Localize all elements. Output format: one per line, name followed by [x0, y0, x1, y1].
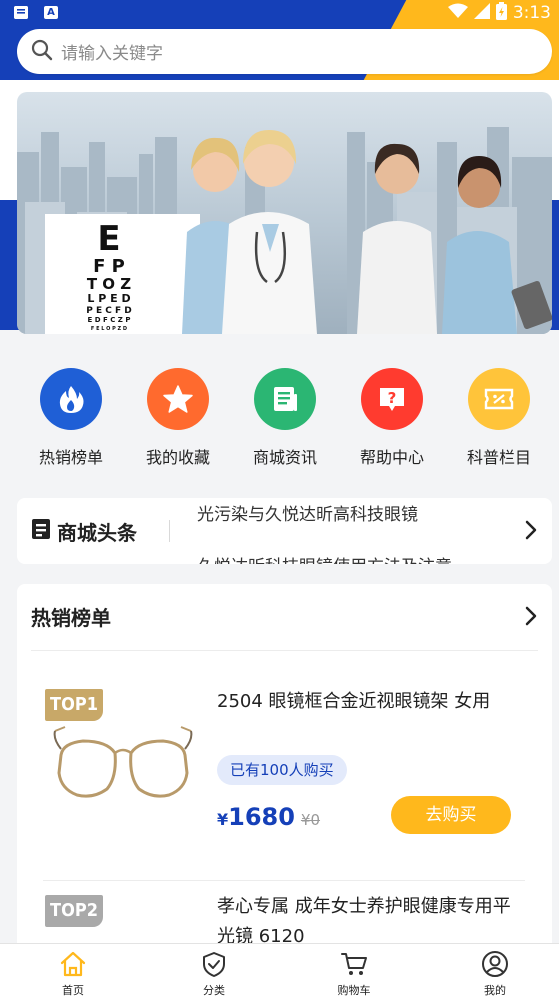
fire-icon	[40, 368, 102, 430]
svg-text:?: ?	[388, 389, 397, 407]
nav-category[interactable]: 分类	[174, 950, 254, 998]
news-item[interactable]: 久悦达昕科技眼镜使用方法及注意	[197, 552, 452, 564]
product-name[interactable]: 2504 眼镜框合金近视眼镜架 女用	[217, 687, 527, 717]
search-placeholder: 请输入关键字	[61, 44, 163, 64]
chart-row-2: F P	[93, 256, 125, 277]
price-value: 1680	[228, 803, 295, 831]
nav-label: 购物车	[337, 984, 371, 997]
hot-list-card: 热销榜单 TOP1 2504 眼镜框合金近视眼镜架 女用 已有100人购买 ¥1…	[17, 584, 552, 1003]
app-screen: A 3:13 请输入关键字 E F P T O Z L P E D P E C …	[0, 0, 559, 1003]
chevron-right-icon[interactable]	[524, 520, 538, 544]
menu-news[interactable]: 商城资讯	[235, 368, 335, 468]
product-image[interactable]	[43, 719, 203, 819]
nav-profile[interactable]: 我的	[455, 950, 535, 998]
question-icon: ?	[361, 368, 423, 430]
rank-badge: TOP2	[45, 895, 103, 927]
status-right-group: 3:13	[447, 2, 551, 24]
wifi-icon	[447, 3, 468, 23]
divider	[31, 650, 538, 651]
menu-favorites[interactable]: 我的收藏	[128, 368, 228, 468]
nav-home[interactable]: 首页	[33, 950, 113, 998]
chart-row-6: E D F C Z P	[88, 316, 131, 324]
news-ticker-label: 商城头条	[57, 521, 137, 545]
cart-icon	[314, 950, 394, 978]
a-icon: A	[44, 6, 58, 19]
chart-row-3: T O Z	[87, 275, 131, 293]
rank-badge: TOP1	[45, 689, 103, 721]
quick-menu: 热销榜单 我的收藏 商城资讯 ? 帮助中心 科普栏目	[17, 368, 552, 468]
message-icon	[14, 6, 28, 19]
newspaper-icon	[31, 518, 51, 545]
chevron-right-icon[interactable]	[524, 606, 538, 630]
product-price: ¥1680 ¥0	[217, 803, 320, 831]
status-time: 3:13	[512, 3, 551, 23]
menu-science[interactable]: 科普栏目	[449, 368, 549, 468]
search-icon	[31, 39, 53, 65]
ticket-icon	[468, 368, 530, 430]
search-bar[interactable]: 请输入关键字	[17, 29, 552, 74]
nav-label: 我的	[484, 984, 506, 997]
battery-icon	[495, 2, 507, 24]
bottom-navigation: 首页 分类 购物车 我的	[0, 943, 559, 1003]
nav-label: 分类	[203, 984, 225, 997]
home-icon	[33, 950, 113, 978]
category-icon	[174, 950, 254, 978]
promo-banner[interactable]: E F P T O Z L P E D P E C F D E D F C Z …	[17, 92, 552, 334]
star-icon	[147, 368, 209, 430]
buy-button[interactable]: 去购买	[391, 796, 511, 834]
status-bar: A 3:13	[0, 0, 559, 28]
profile-icon	[455, 950, 535, 978]
original-price: ¥0	[300, 811, 321, 829]
divider	[169, 520, 170, 542]
chart-row-4: L P E D	[87, 292, 130, 305]
news-ticker[interactable]: 商城头条 光污染与久悦达昕高科技眼镜 久悦达昕科技眼镜使用方法及注意	[17, 498, 552, 564]
currency-symbol: ¥	[217, 810, 229, 829]
news-ticker-title: 商城头条	[31, 517, 137, 546]
menu-label: 热销榜单	[38, 448, 103, 467]
sold-count-badge: 已有100人购买	[217, 755, 347, 785]
section-title: 热销榜单	[31, 606, 111, 630]
news-item[interactable]: 光污染与久悦达昕高科技眼镜	[197, 500, 418, 525]
product-item[interactable]: TOP1 2504 眼镜框合金近视眼镜架 女用 已有100人购买 ¥1680 ¥0…	[17, 679, 552, 889]
menu-label: 科普栏目	[466, 448, 531, 467]
chart-row-7: F E L O P Z D	[91, 326, 127, 332]
menu-hot-list[interactable]: 热销榜单	[21, 368, 121, 468]
glasses-icon	[53, 726, 193, 798]
news-icon	[254, 368, 316, 430]
nav-label: 首页	[62, 984, 84, 997]
banner-illustration: E F P T O Z L P E D P E C F D E D F C Z …	[17, 127, 552, 334]
signal-icon	[473, 3, 490, 23]
menu-label: 我的收藏	[145, 448, 210, 467]
divider	[43, 880, 525, 881]
menu-label: 帮助中心	[359, 448, 424, 467]
chart-row-1: E	[97, 219, 120, 259]
menu-help[interactable]: ? 帮助中心	[342, 368, 442, 468]
chart-row-5: P E C F D	[86, 306, 132, 316]
menu-label: 商城资讯	[252, 448, 317, 467]
nav-cart[interactable]: 购物车	[314, 950, 394, 998]
